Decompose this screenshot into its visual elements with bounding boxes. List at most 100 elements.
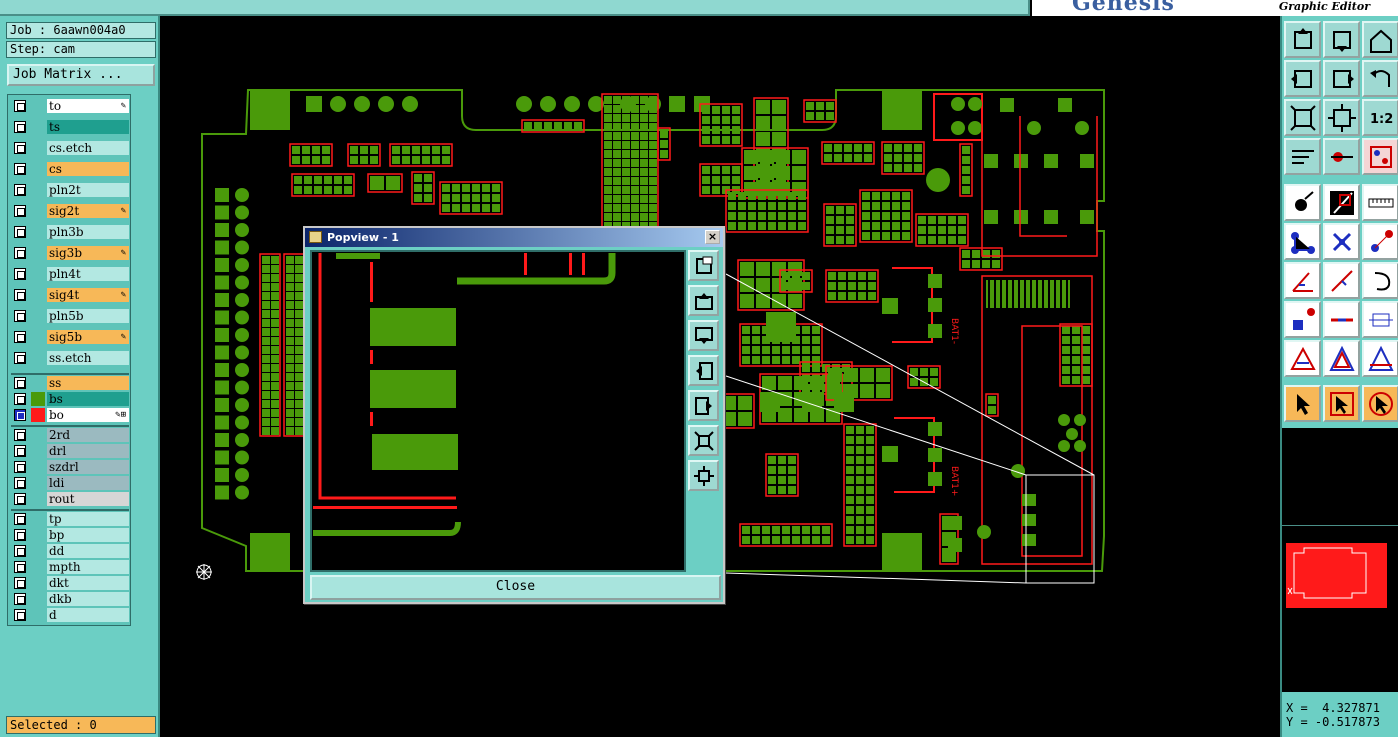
layer-name[interactable]: tp bbox=[47, 512, 129, 526]
layer-name[interactable]: ss.etch bbox=[47, 351, 129, 365]
layer-display-button[interactable] bbox=[1362, 138, 1398, 175]
layer-name[interactable]: 2rd bbox=[47, 428, 129, 442]
layer-checkbox[interactable] bbox=[14, 310, 26, 322]
pad-tool-button[interactable] bbox=[1284, 301, 1321, 338]
layer-display-swatch[interactable] bbox=[31, 183, 45, 197]
shape-b-tool-button[interactable] bbox=[1362, 340, 1398, 377]
select-rotate-tool-button[interactable] bbox=[1362, 385, 1398, 422]
layer-display-swatch[interactable] bbox=[31, 225, 45, 239]
layer-row-mpth[interactable]: mpth bbox=[11, 560, 129, 574]
layer-row-bs[interactable]: bs bbox=[11, 392, 129, 406]
layer-row-sig2t[interactable]: sig2t ✎ bbox=[11, 204, 129, 218]
popview-title-bar[interactable]: Popview - 1 × bbox=[305, 228, 723, 247]
zoom-center-button[interactable] bbox=[1323, 99, 1360, 136]
layer-row-to[interactable]: to ✎ bbox=[11, 99, 129, 113]
layer-checkbox[interactable] bbox=[14, 184, 26, 196]
layer-display-swatch[interactable] bbox=[31, 444, 45, 458]
layer-name[interactable]: ldi bbox=[47, 476, 129, 490]
layer-name[interactable]: cs.etch bbox=[47, 141, 129, 155]
layer-checkbox[interactable] bbox=[14, 545, 26, 557]
snap-tool-button[interactable] bbox=[1284, 184, 1321, 221]
layer-name[interactable]: pln4t bbox=[47, 267, 129, 281]
layer-display-swatch[interactable] bbox=[31, 512, 45, 526]
layer-row-rout[interactable]: rout bbox=[11, 492, 129, 506]
layer-checkbox[interactable] bbox=[14, 477, 26, 489]
zoom-home-button[interactable] bbox=[688, 250, 719, 281]
connect-tool-button[interactable] bbox=[1284, 223, 1321, 260]
layer-checkbox[interactable] bbox=[14, 142, 26, 154]
layer-display-swatch[interactable] bbox=[31, 528, 45, 542]
layer-display-swatch[interactable] bbox=[31, 141, 45, 155]
layer-name[interactable]: dd bbox=[47, 544, 129, 558]
layer-row-dkt[interactable]: dkt bbox=[11, 576, 129, 590]
layer-name[interactable]: dkt bbox=[47, 576, 129, 590]
measure-point-button[interactable] bbox=[1323, 138, 1360, 175]
zoom-to-bottom-button[interactable] bbox=[1323, 21, 1360, 58]
select-tool-button[interactable] bbox=[1284, 385, 1321, 422]
layer-display-swatch[interactable] bbox=[31, 576, 45, 590]
layer-row-cs-etch[interactable]: cs.etch bbox=[11, 141, 129, 155]
layer-checkbox[interactable] bbox=[14, 609, 26, 621]
layer-display-swatch[interactable] bbox=[31, 460, 45, 474]
layer-row-sig3b[interactable]: sig3b ✎ bbox=[11, 246, 129, 260]
layer-row-tp[interactable]: tp bbox=[11, 512, 129, 526]
layer-display-swatch[interactable] bbox=[31, 376, 45, 390]
layer-row-pln3b[interactable]: pln3b bbox=[11, 225, 129, 239]
layer-name[interactable]: to bbox=[47, 99, 129, 113]
segment-tool-button[interactable] bbox=[1323, 301, 1360, 338]
layer-row-pln4t[interactable]: pln4t bbox=[11, 267, 129, 281]
pan-right-button[interactable] bbox=[688, 390, 719, 421]
layer-name[interactable]: dkb bbox=[47, 592, 129, 606]
layer-display-swatch[interactable] bbox=[31, 246, 45, 260]
layer-display-swatch[interactable] bbox=[31, 428, 45, 442]
zoom-to-top-button[interactable] bbox=[1284, 21, 1321, 58]
layer-name[interactable]: sig3b bbox=[47, 246, 129, 260]
layer-row-pln2t[interactable]: pln2t bbox=[11, 183, 129, 197]
layer-display-swatch[interactable] bbox=[31, 392, 45, 406]
layer-name[interactable]: sig5b bbox=[47, 330, 129, 344]
layer-name[interactable]: drl bbox=[47, 444, 129, 458]
ruler-tool-button[interactable] bbox=[1362, 184, 1398, 221]
layer-row-ss[interactable]: ss bbox=[11, 376, 129, 390]
pan-down-button[interactable] bbox=[688, 320, 719, 351]
layer-name[interactable]: mpth bbox=[47, 560, 129, 574]
layer-row-bo[interactable]: bo ✎⊞ bbox=[11, 408, 129, 422]
layer-display-swatch[interactable] bbox=[31, 592, 45, 606]
home-view-button[interactable] bbox=[1362, 21, 1398, 58]
layer-row-dkb[interactable]: dkb bbox=[11, 592, 129, 606]
layer-display-swatch[interactable] bbox=[31, 492, 45, 506]
cross-tool-button[interactable] bbox=[1323, 223, 1360, 260]
layer-display-swatch[interactable] bbox=[31, 204, 45, 218]
layer-display-swatch[interactable] bbox=[31, 120, 45, 134]
select-box-tool-button[interactable] bbox=[1323, 385, 1360, 422]
layer-checkbox[interactable] bbox=[14, 461, 26, 473]
outline-tool-button[interactable] bbox=[1323, 184, 1360, 221]
pan-up-button[interactable] bbox=[688, 285, 719, 316]
layer-checkbox[interactable] bbox=[14, 247, 26, 259]
layer-display-swatch[interactable] bbox=[31, 99, 45, 113]
popview-close-button[interactable]: Close bbox=[310, 575, 721, 600]
angle-tool-button[interactable] bbox=[1284, 262, 1321, 299]
shape-a-tool-button[interactable] bbox=[1323, 340, 1360, 377]
popview-zoom-view[interactable] bbox=[310, 250, 686, 572]
layer-name[interactable]: bp bbox=[47, 528, 129, 542]
layer-display-swatch[interactable] bbox=[31, 476, 45, 490]
layer-name[interactable]: pln5b bbox=[47, 309, 129, 323]
layer-checkbox[interactable] bbox=[14, 513, 26, 525]
fit-view-button[interactable] bbox=[1284, 99, 1321, 136]
layer-checkbox[interactable] bbox=[14, 100, 26, 112]
layer-checkbox[interactable] bbox=[14, 493, 26, 505]
layer-checkbox[interactable] bbox=[14, 226, 26, 238]
layer-display-swatch[interactable] bbox=[31, 288, 45, 302]
layer-checkbox[interactable] bbox=[14, 529, 26, 541]
layer-name[interactable]: szdrl bbox=[47, 460, 129, 474]
layer-checkbox[interactable] bbox=[14, 377, 26, 389]
layer-name[interactable]: cs bbox=[47, 162, 129, 176]
layer-checkbox[interactable] bbox=[14, 577, 26, 589]
layer-display-swatch[interactable] bbox=[31, 560, 45, 574]
close-icon[interactable]: × bbox=[705, 230, 720, 244]
zoom-out-button[interactable] bbox=[688, 460, 719, 491]
layer-checkbox[interactable] bbox=[14, 393, 26, 405]
layer-checkbox[interactable] bbox=[14, 268, 26, 280]
triangle-tool-button[interactable] bbox=[1284, 340, 1321, 377]
